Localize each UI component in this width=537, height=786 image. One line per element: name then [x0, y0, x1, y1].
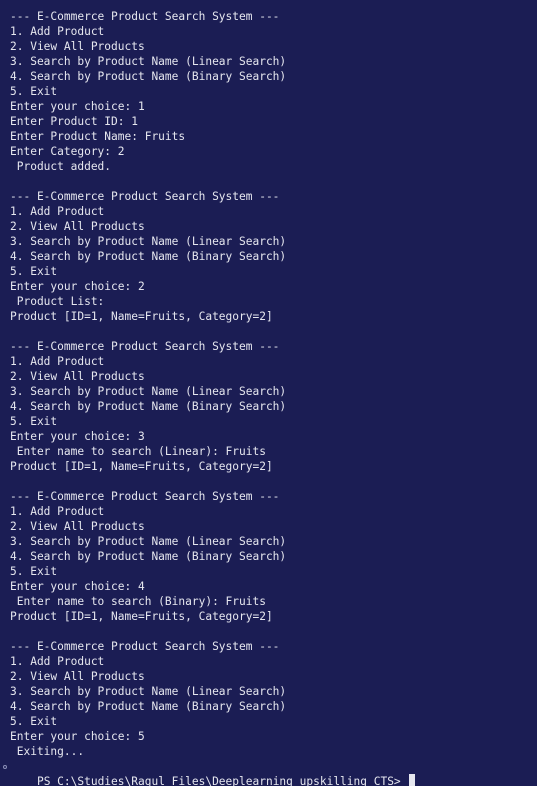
terminal-line: Product [ID=1, Name=Fruits, Category=2]: [10, 610, 273, 623]
terminal-line: Enter Product ID: 1: [10, 115, 138, 128]
terminal-line: Enter Category: 2: [10, 145, 125, 158]
terminal-line: Product added.: [10, 160, 112, 173]
terminal-line: 4. Search by Product Name (Binary Search…: [10, 700, 287, 713]
terminal-line: 4. Search by Product Name (Binary Search…: [10, 400, 287, 413]
terminal-line: Product [ID=1, Name=Fruits, Category=2]: [10, 460, 273, 473]
terminal-line: 5. Exit: [10, 265, 58, 278]
terminal-line: 2. View All Products: [10, 40, 145, 53]
terminal-line: 5. Exit: [10, 85, 58, 98]
terminal-line: --- E-Commerce Product Search System ---: [10, 340, 280, 353]
terminal-line: Product List:: [10, 295, 105, 308]
terminal-line: 2. View All Products: [10, 220, 145, 233]
shell-prompt: PS C:\Studies\Ragul Files\Deeplearning_u…: [36, 775, 408, 786]
terminal-line: Enter your choice: 3: [10, 430, 145, 443]
terminal-line: 3. Search by Product Name (Linear Search…: [10, 535, 287, 548]
terminal-line: 2. View All Products: [10, 370, 145, 383]
terminal-line: 1. Add Product: [10, 655, 105, 668]
terminal-line: --- E-Commerce Product Search System ---: [10, 640, 280, 653]
terminal-line: 4. Search by Product Name (Binary Search…: [10, 250, 287, 263]
terminal-line: Enter your choice: 1: [10, 100, 145, 113]
terminal-line: --- E-Commerce Product Search System ---: [10, 10, 280, 23]
terminal-line: Product [ID=1, Name=Fruits, Category=2]: [10, 310, 273, 323]
terminal-line: 1. Add Product: [10, 355, 105, 368]
command-decoration-icon: [1, 759, 9, 774]
terminal-line: 1. Add Product: [10, 25, 105, 38]
terminal-line: Enter name to search (Binary): Fruits: [10, 595, 266, 608]
terminal-line: 2. View All Products: [10, 670, 145, 683]
terminal-lines: --- E-Commerce Product Search System ---…: [10, 9, 537, 759]
terminal-line: 3. Search by Product Name (Linear Search…: [10, 55, 287, 68]
terminal-line: 2. View All Products: [10, 520, 145, 533]
terminal-line: 3. Search by Product Name (Linear Search…: [10, 235, 287, 248]
text-cursor: [409, 774, 416, 786]
terminal-line: Enter name to search (Linear): Fruits: [10, 445, 266, 458]
terminal-output[interactable]: --- E-Commerce Product Search System ---…: [0, 0, 537, 786]
terminal-line: Enter your choice: 2: [10, 280, 145, 293]
terminal-line: 1. Add Product: [10, 205, 105, 218]
terminal-line: --- E-Commerce Product Search System ---: [10, 490, 280, 503]
terminal-line: Enter your choice: 4: [10, 580, 145, 593]
shell-prompt-line[interactable]: PS C:\Studies\Ragul Files\Deeplearning_u…: [3, 759, 537, 786]
terminal-line: 5. Exit: [10, 415, 58, 428]
terminal-line: 5. Exit: [10, 565, 58, 578]
terminal-line: 4. Search by Product Name (Binary Search…: [10, 550, 287, 563]
terminal-line: Enter your choice: 5: [10, 730, 145, 743]
terminal-line: --- E-Commerce Product Search System ---: [10, 190, 280, 203]
terminal-line: Exiting...: [10, 745, 85, 758]
terminal-line: 4. Search by Product Name (Binary Search…: [10, 70, 287, 83]
terminal-line: Enter Product Name: Fruits: [10, 130, 186, 143]
terminal-line: 1. Add Product: [10, 505, 105, 518]
terminal-line: 3. Search by Product Name (Linear Search…: [10, 685, 287, 698]
terminal-line: 3. Search by Product Name (Linear Search…: [10, 385, 287, 398]
terminal-line: 5. Exit: [10, 715, 58, 728]
